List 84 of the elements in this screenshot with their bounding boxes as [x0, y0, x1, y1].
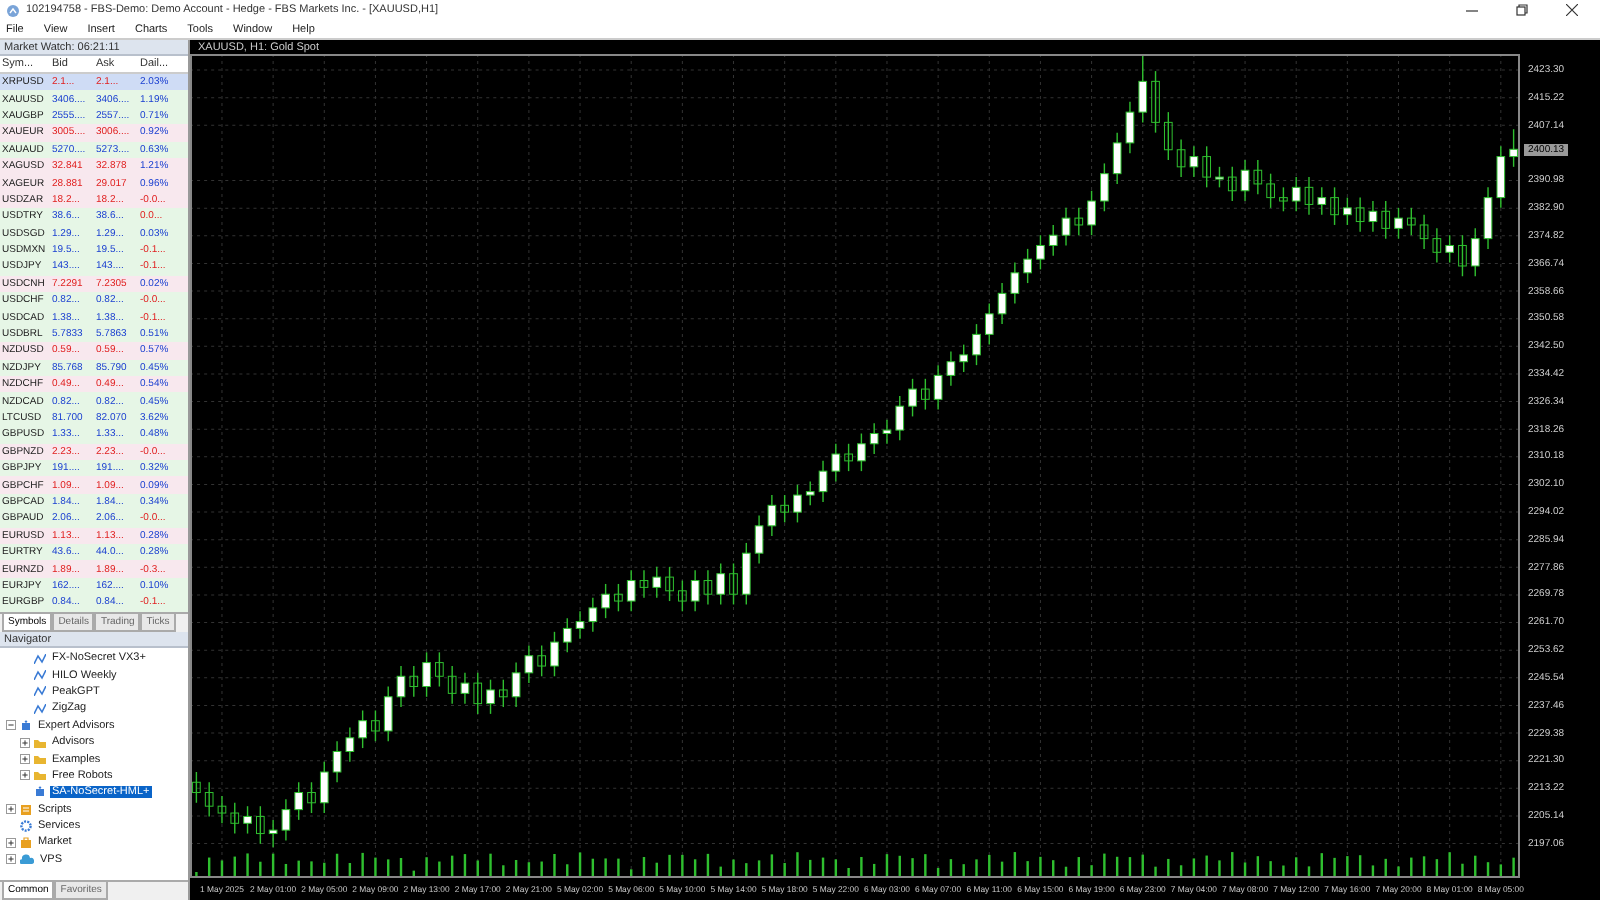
candlestick [498, 678, 508, 708]
candlestick [319, 761, 329, 814]
candlestick [371, 709, 380, 742]
candlestick [1100, 162, 1109, 212]
candlestick [972, 323, 981, 366]
candlestick [1087, 190, 1096, 236]
candlestick [358, 709, 367, 749]
expand-icon[interactable] [20, 754, 30, 765]
candlestick [192, 771, 201, 804]
candlestick [409, 665, 419, 698]
candlestick [550, 631, 559, 677]
candlestick [307, 781, 316, 814]
restore-icon[interactable] [1516, 4, 1528, 16]
candlestick [1061, 207, 1071, 247]
candlestick [652, 566, 662, 599]
candlestick [780, 494, 789, 524]
candlestick [1394, 207, 1403, 240]
candlestick [1458, 234, 1467, 277]
candlestick [537, 644, 547, 677]
expand-icon[interactable] [20, 770, 30, 781]
candlestick [1330, 186, 1339, 226]
candlestick [844, 443, 853, 472]
minimize-icon[interactable] [1466, 9, 1478, 11]
candlestick [1227, 166, 1237, 202]
candlestick [639, 569, 649, 599]
candlestick [716, 562, 726, 606]
candlestick [294, 781, 304, 821]
candlestick [984, 302, 994, 346]
candlestick [1470, 227, 1480, 277]
candlestick [435, 651, 444, 688]
candlestick [1304, 176, 1314, 216]
expand-icon[interactable] [6, 854, 16, 865]
candlestick [665, 566, 674, 602]
candlestick [562, 617, 572, 654]
close-icon[interactable] [1566, 4, 1578, 16]
candlestick [1048, 224, 1058, 257]
candlestick [1343, 196, 1352, 226]
candlestick [1036, 234, 1045, 271]
expand-icon[interactable] [20, 737, 30, 748]
candlestick [256, 805, 265, 845]
gear-icon [20, 820, 32, 833]
candlestick [473, 672, 483, 715]
candlestick [729, 562, 738, 606]
expand-icon[interactable] [6, 804, 16, 815]
candlestick [1509, 128, 1518, 168]
candlestick [1215, 166, 1224, 189]
candlestick [1266, 172, 1275, 209]
candlestick [741, 542, 751, 606]
candlestick [895, 395, 905, 442]
candlestick [1163, 111, 1173, 161]
script-icon [20, 803, 32, 816]
candlestick [908, 378, 917, 418]
candlestick [422, 651, 431, 698]
candlestick [959, 343, 969, 373]
candlestick [1023, 248, 1032, 284]
candlestick [1279, 186, 1288, 212]
bag-icon [20, 836, 32, 849]
candlestick [1202, 145, 1212, 189]
candlestick [1406, 207, 1416, 236]
candlestick [383, 685, 393, 742]
candlestick [601, 583, 610, 619]
expand-icon[interactable] [6, 837, 16, 848]
candlestick [1074, 207, 1084, 236]
candlestick [243, 805, 252, 835]
candlestick [230, 802, 240, 835]
collapse-icon[interactable] [6, 720, 16, 731]
candlestick [1151, 70, 1160, 134]
candlestick [486, 678, 495, 715]
candlestick [1445, 234, 1454, 264]
cloud-icon [20, 854, 34, 865]
candlestick [678, 579, 687, 613]
candlestick [1291, 176, 1301, 212]
robot-icon [20, 719, 32, 732]
candlestick [793, 484, 802, 524]
robot-icon [34, 786, 46, 799]
candlestick [921, 378, 930, 411]
candlestick [396, 665, 406, 708]
candlestick [614, 583, 623, 613]
candlestick [857, 432, 866, 472]
candlestick [805, 480, 815, 507]
candlestick [1381, 200, 1391, 240]
candlestick [1138, 54, 1148, 124]
candlestick [626, 569, 636, 613]
candlestick [1317, 186, 1327, 216]
